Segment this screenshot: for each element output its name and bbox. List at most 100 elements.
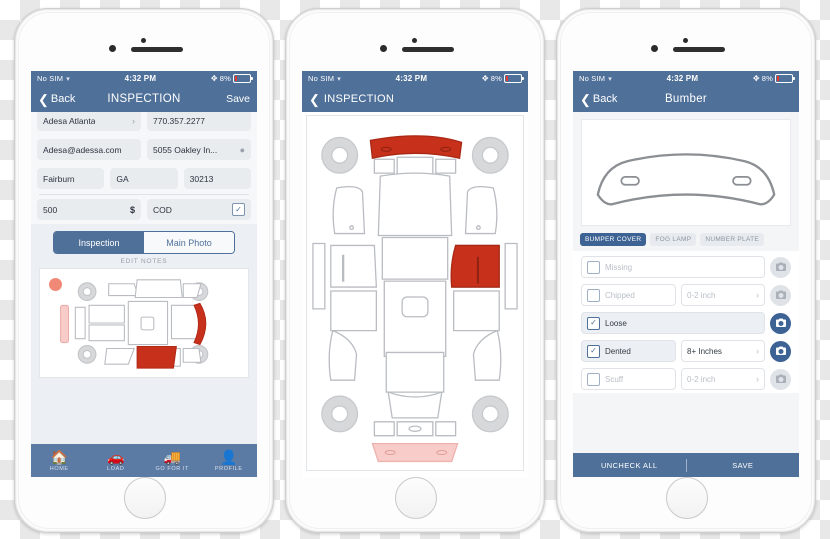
checkbox-missing[interactable] [587, 260, 600, 274]
status-bar: No SIM ▾ 4:32 PM ✥ 8% [302, 71, 528, 86]
home-button[interactable] [124, 477, 166, 519]
part-tabs: BUMPER COVER FOG LAMP NUMBER PLATE [573, 226, 799, 251]
form-row: Fairburn GA 30213 [37, 164, 251, 193]
tab-bumper-cover[interactable]: BUMPER COVER [580, 233, 647, 246]
camera-button-missing[interactable] [770, 256, 791, 278]
back-button[interactable]: ❮ [309, 93, 320, 106]
car-diagram-full-container[interactable] [306, 115, 524, 471]
checkbox-loose[interactable]: ✓ [587, 316, 600, 330]
size-select-chipped[interactable]: 0-2 inch › [681, 284, 765, 306]
status-bar: No SIM ▾ 4:32 PM ✥ 8% [31, 71, 257, 86]
camera-button-dented[interactable] [770, 340, 791, 362]
sidebar-item-home[interactable]: 🏠 HOME [31, 448, 88, 472]
nav-bar: ❮ Back INSPECTION Save [31, 86, 257, 112]
clock-label: 4:32 PM [666, 74, 699, 83]
payment-checkbox[interactable]: ✓ [232, 203, 245, 216]
bluetooth-icon: ✥ [210, 74, 218, 83]
form-row: Adesa@adessa.com 5055 Oakley In... ● [37, 135, 251, 164]
tab-number-plate[interactable]: NUMBER PLATE [700, 233, 765, 246]
auction-field[interactable]: Adesa Atlanta › [37, 110, 141, 131]
camera-icon [775, 290, 786, 299]
sidebar-item-profile[interactable]: 👤 PROFILE [201, 448, 258, 472]
back-button[interactable]: ❮ Back [38, 93, 75, 106]
chevron-right-icon: › [756, 290, 759, 300]
page-title: INSPECTION [323, 93, 395, 105]
checkbox-dented[interactable]: ✓ [587, 344, 600, 358]
back-label: Back [592, 93, 618, 105]
home-button[interactable] [395, 477, 437, 519]
list-item: Missing [573, 253, 799, 281]
damage-option-dented[interactable]: ✓ Dented [581, 340, 676, 362]
chevron-right-icon: › [132, 115, 135, 126]
camera-icon [775, 346, 786, 355]
carrier-label: No SIM [308, 74, 335, 83]
amount-field[interactable]: 500 $ [37, 199, 141, 220]
tab-inspection[interactable]: Inspection [54, 232, 144, 253]
save-button[interactable]: SAVE [687, 461, 800, 470]
camera-button-loose[interactable] [770, 312, 791, 334]
save-button[interactable]: Save [226, 93, 250, 105]
camera-icon [775, 262, 786, 271]
damaged-rear-bumper[interactable] [369, 135, 463, 160]
battery-icon [233, 74, 253, 83]
home-icon: 🏠 [50, 448, 68, 465]
size-select-dented[interactable]: 8+ Inches › [681, 340, 765, 362]
home-button[interactable] [666, 477, 708, 519]
damage-marker-dot [49, 278, 62, 291]
front-bumper-light-damage[interactable] [371, 442, 459, 463]
checkbox-scuff[interactable] [587, 372, 600, 386]
list-item: ✓ Loose [573, 309, 799, 337]
front-camera-icon [380, 45, 387, 52]
car-diagram-full[interactable] [307, 116, 523, 470]
tab-main-photo[interactable]: Main Photo [144, 232, 234, 253]
front-camera-icon [651, 45, 658, 52]
sidebar-item-go-for-it[interactable]: 🚚 GO FOR IT [144, 449, 201, 472]
earpiece-speaker [131, 47, 183, 52]
list-item: Chipped 0-2 inch › [573, 281, 799, 309]
battery-percent: 8% [219, 74, 231, 83]
earpiece-speaker [673, 47, 725, 52]
phone-field[interactable]: 770.357.2277 [147, 110, 251, 131]
damage-option-loose[interactable]: ✓ Loose [581, 312, 765, 334]
tab-fog-lamp[interactable]: FOG LAMP [650, 233, 697, 246]
email-field[interactable]: Adesa@adessa.com [37, 139, 141, 160]
camera-button-chipped[interactable] [770, 284, 791, 306]
profile-icon: 👤 [220, 448, 238, 465]
zip-field[interactable]: 30213 [183, 168, 251, 189]
phone-1-screen: No SIM ▾ 4:32 PM ✥ 8% ❮ Back INSPECTION … [31, 71, 257, 477]
list-item: Scuff 0-2 inch › [573, 365, 799, 393]
back-label: Back [50, 93, 76, 105]
wifi-icon: ▾ [66, 75, 70, 83]
back-button[interactable]: ❮ Back [580, 93, 617, 106]
uncheck-all-button[interactable]: UNCHECK ALL [573, 461, 686, 470]
damage-option-chipped[interactable]: Chipped [581, 284, 676, 306]
inspection-thumbnail[interactable] [39, 268, 249, 378]
phone-1: No SIM ▾ 4:32 PM ✥ 8% ❮ Back INSPECTION … [14, 8, 274, 533]
phone-2-screen: No SIM ▾ 4:32 PM ✥ 8% ❮ INSPECTION [302, 71, 528, 477]
segmented-control: Inspection Main Photo [31, 224, 257, 254]
form-row-payment: 500 $ COD ✓ [37, 195, 251, 224]
battery-percent: 8% [761, 74, 773, 83]
chevron-left-icon: ❮ [309, 91, 320, 107]
checkbox-chipped[interactable] [587, 288, 600, 302]
payment-type-field[interactable]: COD ✓ [147, 199, 251, 220]
camera-button-scuff[interactable] [770, 368, 791, 390]
chevron-left-icon: ❮ [38, 91, 49, 107]
nav-bar: ❮ INSPECTION [302, 86, 528, 112]
bumper-illustration-container[interactable] [581, 119, 791, 226]
edit-notes-label[interactable]: EDIT NOTES [31, 254, 257, 268]
status-bar: No SIM ▾ 4:32 PM ✥ 8% [573, 71, 799, 86]
address-field[interactable]: 5055 Oakley In... ● [147, 139, 251, 160]
damaged-right-rear-door[interactable] [450, 244, 500, 288]
state-field[interactable]: GA [110, 168, 178, 189]
damage-option-missing[interactable]: Missing [581, 256, 765, 278]
nav-bar: ❮ Back Bumber [573, 86, 799, 112]
phone-2: No SIM ▾ 4:32 PM ✥ 8% ❮ INSPECTION [285, 8, 545, 533]
city-field[interactable]: Fairburn [37, 168, 105, 189]
size-select-scuff[interactable]: 0-2 inch › [681, 368, 765, 390]
phone-3: No SIM ▾ 4:32 PM ✥ 8% ❮ Back Bumber BUMP… [556, 8, 816, 533]
damage-option-scuff[interactable]: Scuff [581, 368, 676, 390]
car-diagram-thumbnail[interactable] [40, 269, 248, 377]
clock-label: 4:32 PM [124, 74, 157, 83]
sidebar-item-load[interactable]: 🚗 LOAD [88, 449, 145, 472]
